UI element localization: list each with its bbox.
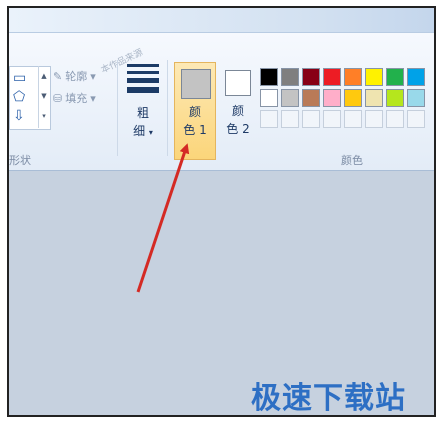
annotation-arrow-line — [136, 143, 190, 293]
annotation-arrow — [136, 143, 190, 293]
